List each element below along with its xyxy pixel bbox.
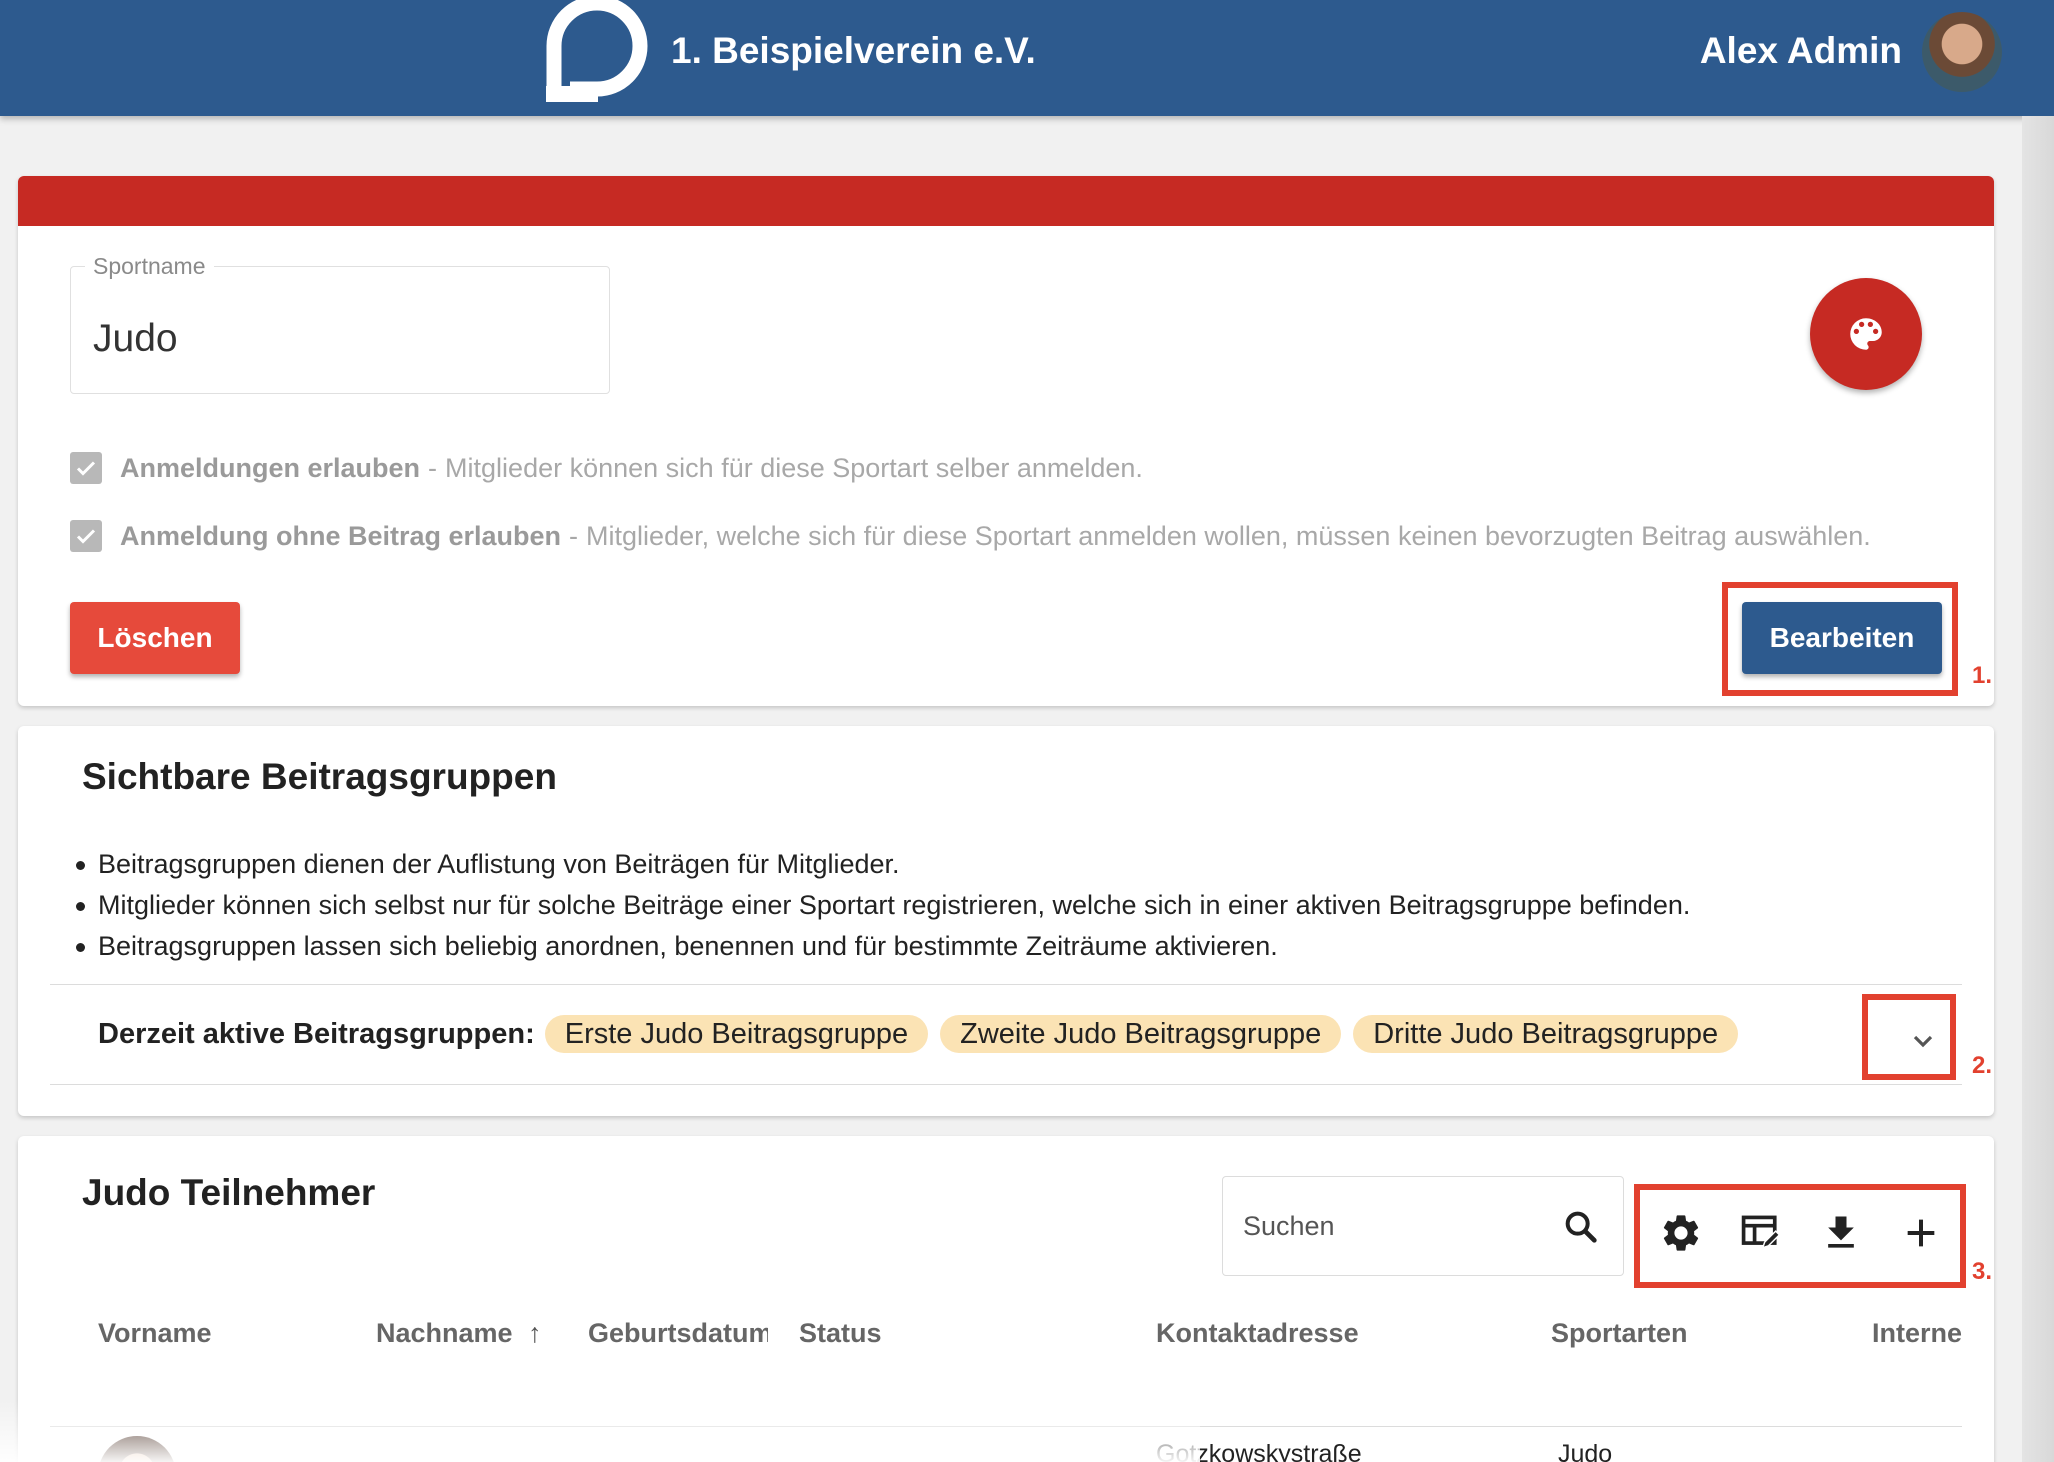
annotation-number-2: 2. xyxy=(1972,1052,1993,1079)
option-separator: - xyxy=(428,452,438,483)
active-fee-groups-label: Derzeit aktive Beitragsgruppen: xyxy=(98,1017,535,1050)
column-header-vorname[interactable]: Vorname xyxy=(98,1318,212,1349)
search-input[interactable]: Suchen xyxy=(1222,1176,1624,1276)
option-description: Mitglieder können sich für diese Sportar… xyxy=(445,452,1143,483)
column-header-interne[interactable]: Interne xyxy=(1872,1318,1980,1349)
column-header-nachname[interactable]: Nachname ↑ xyxy=(376,1318,542,1349)
page-edge-shadow xyxy=(2022,116,2054,1462)
fee-group-chip[interactable]: Dritte Judo Beitragsgruppe xyxy=(1353,1015,1739,1053)
sport-color-bar xyxy=(18,176,1994,226)
annotation-box-3 xyxy=(1634,1184,1966,1288)
fee-groups-info-list: Beitragsgruppen dienen der Auflistung vo… xyxy=(74,844,1690,967)
column-header-label: Nachname xyxy=(376,1318,513,1348)
color-palette-button[interactable] xyxy=(1810,278,1922,390)
annotation-box-1 xyxy=(1722,582,1958,696)
checkbox-checked-icon[interactable] xyxy=(70,452,102,484)
table-cell-sportarten: Judo xyxy=(1558,1440,1613,1462)
search-icon[interactable] xyxy=(1561,1207,1601,1247)
column-header-kontaktadresse[interactable]: Kontaktadresse xyxy=(1156,1318,1359,1349)
option-separator: - xyxy=(569,520,579,551)
user-name[interactable]: Alex Admin xyxy=(1700,30,1902,72)
option-description: Mitglieder, welche sich für diese Sporta… xyxy=(586,520,1871,551)
fee-group-chip[interactable]: Zweite Judo Beitragsgruppe xyxy=(940,1015,1342,1053)
sportname-field-label: Sportname xyxy=(85,253,214,280)
checkbox-checked-icon[interactable] xyxy=(70,520,102,552)
club-logo-icon[interactable] xyxy=(544,0,650,104)
delete-button[interactable]: Löschen xyxy=(70,602,240,674)
option-allow-registration: Anmeldungen erlauben - Mitglieder können… xyxy=(70,452,1143,484)
fee-groups-title: Sichtbare Beitragsgruppen xyxy=(82,756,557,797)
sportname-field[interactable]: Sportname Judo xyxy=(70,253,610,394)
list-item: Beitragsgruppen dienen der Auflistung vo… xyxy=(74,844,1690,885)
annotation-number-3: 3. xyxy=(1972,1258,1993,1285)
user-avatar[interactable] xyxy=(1922,12,2002,92)
list-item: Mitglieder können sich selbst nur für so… xyxy=(74,885,1690,926)
participants-title: Judo Teilnehmer xyxy=(82,1172,376,1213)
column-header-status[interactable]: Status xyxy=(799,1318,882,1349)
fee-groups-card: Sichtbare Beitragsgruppen Beitragsgruppe… xyxy=(18,726,1994,1116)
active-fee-groups-row: Derzeit aktive Beitragsgruppen: Erste Ju… xyxy=(98,1015,1750,1053)
divider xyxy=(50,1084,1962,1085)
scroll-fade xyxy=(0,1400,1200,1462)
option-allow-without-fee: Anmeldung ohne Beitrag erlauben - Mitgli… xyxy=(70,520,1871,552)
column-header-geburtsdatum[interactable]: Geburtsdatum xyxy=(588,1318,768,1349)
search-placeholder[interactable]: Suchen xyxy=(1243,1211,1335,1242)
sport-settings-card: Sportname Judo Anmeldungen erlauben - Mi… xyxy=(18,176,1994,706)
column-header-sportarten[interactable]: Sportarten xyxy=(1551,1318,1688,1349)
annotation-number-1: 1. xyxy=(1972,662,1993,689)
sportname-field-value[interactable]: Judo xyxy=(93,317,178,361)
club-name[interactable]: 1. Beispielverein e.V. xyxy=(671,30,1036,72)
fee-group-chip[interactable]: Erste Judo Beitragsgruppe xyxy=(544,1015,929,1053)
option-label: Anmeldung ohne Beitrag erlauben xyxy=(120,520,562,551)
sort-ascending-icon[interactable]: ↑ xyxy=(528,1318,542,1348)
option-label: Anmeldungen erlauben xyxy=(120,452,421,483)
top-app-bar: 1. Beispielverein e.V. Alex Admin xyxy=(0,0,2054,116)
annotation-box-2 xyxy=(1862,994,1956,1080)
list-item: Beitragsgruppen lassen sich beliebig ano… xyxy=(74,926,1690,967)
divider xyxy=(50,984,1962,985)
palette-icon xyxy=(1850,318,1882,350)
